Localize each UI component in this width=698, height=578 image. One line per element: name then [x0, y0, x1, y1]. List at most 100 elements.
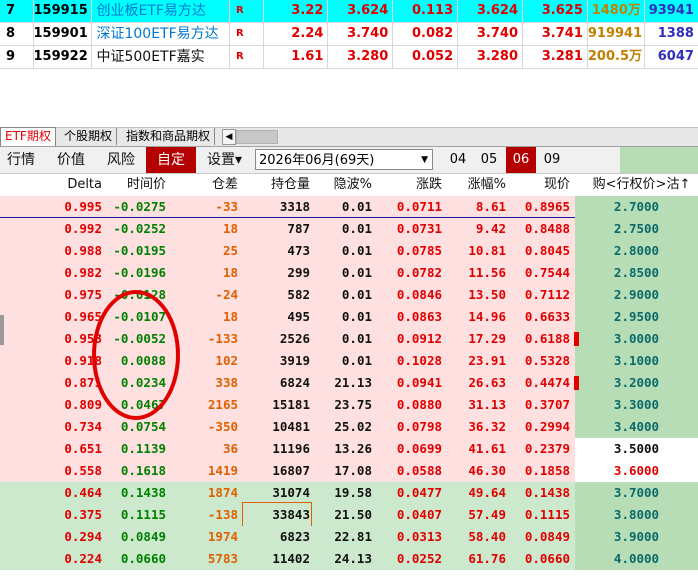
option-row[interactable]: 0.558 0.1618 1419 16807 17.08 0.0588 46.30 0.18…	[0, 460, 698, 482]
position-marker	[574, 376, 579, 390]
month-tab-06[interactable]: 06	[506, 147, 536, 173]
strike-price-cell[interactable]: 2.9000	[575, 284, 698, 306]
time-value-cell: 0.0088	[120, 353, 166, 368]
delta-cell: 0.918	[64, 353, 102, 368]
scroll-left-icon[interactable]: ◀	[222, 129, 236, 145]
month-tab-09[interactable]: 09	[537, 147, 567, 173]
option-row[interactable]: 0.224 0.0660 5783 11402 24.13 0.0252 61.76 0.06…	[0, 548, 698, 570]
price-cell: 0.6188	[524, 331, 570, 346]
change-pct-cell: 57.49	[468, 507, 506, 522]
option-row[interactable]: 0.918 0.0088 102 3919 0.01 0.1028 23.91 0.5328 3…	[0, 350, 698, 372]
time-value-cell: -0.0128	[113, 287, 166, 302]
col-position-change[interactable]: 仓差	[180, 174, 238, 196]
implied-vol-cell: 0.01	[341, 243, 372, 258]
month-tab-05[interactable]: 05	[474, 147, 504, 173]
settings-dropdown[interactable]: 设置▾	[207, 147, 242, 173]
tab-etf-options[interactable]: ETF期权	[0, 127, 56, 146]
security-code: 159901	[34, 23, 93, 45]
col-change-pct[interactable]: 涨幅%	[446, 174, 506, 196]
col-delta[interactable]: Delta	[40, 174, 102, 196]
price-cell: 0.1438	[524, 485, 570, 500]
tab-index-commodity-options[interactable]: 指数和商品期权	[122, 128, 216, 145]
strike-price-cell[interactable]: 3.6000	[575, 460, 698, 482]
strike-price-cell[interactable]: 4.0000	[575, 548, 698, 570]
open-interest-cell: 6823	[279, 529, 310, 544]
option-row[interactable]: 0.651 0.1139 36 11196 13.26 0.0699 41.61 0.2379…	[0, 438, 698, 460]
option-row[interactable]: 0.871 0.0234 338 6824 21.13 0.0941 26.63 0.4474…	[0, 372, 698, 394]
implied-vol-cell: 0.01	[341, 331, 372, 346]
quote-volume: 200.5万	[588, 46, 645, 68]
delta-cell: 0.953	[64, 331, 102, 346]
time-value-cell: 0.1139	[120, 441, 166, 456]
position-change-cell: -24	[215, 287, 238, 302]
value-view-button[interactable]: 价值	[57, 147, 85, 173]
delta-cell: 0.809	[64, 397, 102, 412]
col-price[interactable]: 现价	[510, 174, 570, 196]
tab-stock-options[interactable]: 个股期权	[60, 128, 118, 145]
quote-view-button[interactable]: 行情	[7, 147, 35, 173]
quote-row[interactable]: 7 159915 创业板ETF易方达 R 3.22 3.624 0.113 3.624 3.62…	[0, 0, 698, 23]
position-change-cell: -33	[215, 199, 238, 214]
col-strike[interactable]: 购<行权价>沽↑	[585, 174, 698, 196]
custom-view-button[interactable]: 自定	[146, 147, 196, 173]
strike-price-cell[interactable]: 3.4000	[575, 416, 698, 438]
strike-price-cell[interactable]: 3.8000	[575, 504, 698, 526]
option-row[interactable]: 0.953 -0.0052 -133 2526 0.01 0.0912 17.29 0.618…	[0, 328, 698, 350]
option-row[interactable]: 0.734 0.0754 -350 10481 25.02 0.0798 36.32 0.29…	[0, 416, 698, 438]
option-row[interactable]: 0.975 -0.0128 -24 582 0.01 0.0846 13.50 0.7112 2…	[0, 284, 698, 306]
option-row[interactable]: 0.294 0.0849 1974 6823 22.81 0.0313 58.40 0.084…	[0, 526, 698, 548]
option-row[interactable]: 0.982 -0.0196 18 299 0.01 0.0782 11.56 0.7544 2.…	[0, 262, 698, 284]
strike-price-cell[interactable]: 3.2000	[575, 372, 698, 394]
position-change-cell: 36	[222, 441, 238, 456]
change-cell: 0.0863	[396, 309, 442, 324]
change-pct-cell: 36.32	[468, 419, 506, 434]
strike-price-cell[interactable]: 2.9500	[575, 306, 698, 328]
price-cell: 0.0660	[524, 551, 570, 566]
quote-price: 2.24	[264, 23, 329, 45]
col-open-interest[interactable]: 持仓量	[244, 174, 310, 196]
option-row[interactable]: 0.965 -0.0107 18 495 0.01 0.0863 14.96 0.6633 2.…	[0, 306, 698, 328]
price-cell: 0.5328	[524, 353, 570, 368]
strike-price-cell[interactable]: 2.8500	[575, 262, 698, 284]
horizontal-scrollbar[interactable]	[236, 130, 278, 144]
strike-price-cell[interactable]: 3.9000	[575, 526, 698, 548]
delta-cell: 0.975	[64, 287, 102, 302]
option-row[interactable]: 0.375 0.1115 -138 33843 21.50 0.0407 57.49 0.11…	[0, 502, 698, 528]
position-change-cell: -350	[207, 419, 238, 434]
security-name: 创业板ETF易方达	[92, 0, 230, 22]
position-change-cell: 5783	[207, 551, 238, 566]
option-row[interactable]: 0.988 -0.0195 25 473 0.01 0.0785 10.81 0.8045 2.…	[0, 240, 698, 262]
col-time-value[interactable]: 时间价	[104, 174, 166, 196]
option-row[interactable]: 0.995 -0.0275 -33 3318 0.01 0.0711 8.61 0.8965 2…	[0, 196, 698, 218]
price-cell: 0.4474	[524, 375, 570, 390]
quote-row[interactable]: 9 159922 中证500ETF嘉实 R 1.61 3.280 0.052 3.280 3.2…	[0, 46, 698, 69]
col-change[interactable]: 涨跌	[380, 174, 442, 196]
change-cell: 0.0846	[396, 287, 442, 302]
option-row[interactable]: 0.809 0.0467 2165 15181 23.75 0.0880 31.13 0.37…	[0, 394, 698, 416]
option-row[interactable]: 0.464 0.1438 1874 31074 19.58 0.0477 49.64 0.14…	[0, 482, 698, 504]
time-value-cell: -0.0052	[113, 331, 166, 346]
change-pct-cell: 41.61	[468, 441, 506, 456]
strike-price-cell[interactable]: 2.7500	[575, 218, 698, 240]
col-implied-vol[interactable]: 隐波%	[314, 174, 372, 196]
option-category-tabs: ETF期权 个股期权 指数和商品期权 ◀	[0, 127, 698, 147]
expiry-month-select[interactable]: 2026年06月(69天) ▼	[255, 149, 433, 170]
delta-cell: 0.375	[64, 507, 102, 522]
strike-price-cell[interactable]: 2.7000	[575, 196, 698, 218]
margin-flag: R	[230, 23, 264, 45]
strike-price-cell[interactable]: 3.7000	[575, 482, 698, 504]
month-tab-04[interactable]: 04	[443, 147, 473, 173]
strike-price-cell[interactable]: 3.0000	[575, 328, 698, 350]
price-cell: 0.2994	[524, 419, 570, 434]
time-value-cell: 0.1438	[120, 485, 166, 500]
option-row[interactable]: 0.992 -0.0252 18 787 0.01 0.0731 9.42 0.8488 2.7…	[0, 218, 698, 240]
delta-cell: 0.965	[64, 309, 102, 324]
security-name: 深证100ETF易方达	[92, 23, 230, 45]
quote-row[interactable]: 8 159901 深证100ETF易方达 R 2.24 3.740 0.082 3.740 3.…	[0, 23, 698, 46]
risk-view-button[interactable]: 风险	[107, 147, 135, 173]
strike-price-cell[interactable]: 3.5000	[575, 438, 698, 460]
panel-resize-handle[interactable]	[0, 315, 4, 345]
strike-price-cell[interactable]: 2.8000	[575, 240, 698, 262]
strike-price-cell[interactable]: 3.3000	[575, 394, 698, 416]
strike-price-cell[interactable]: 3.1000	[575, 350, 698, 372]
